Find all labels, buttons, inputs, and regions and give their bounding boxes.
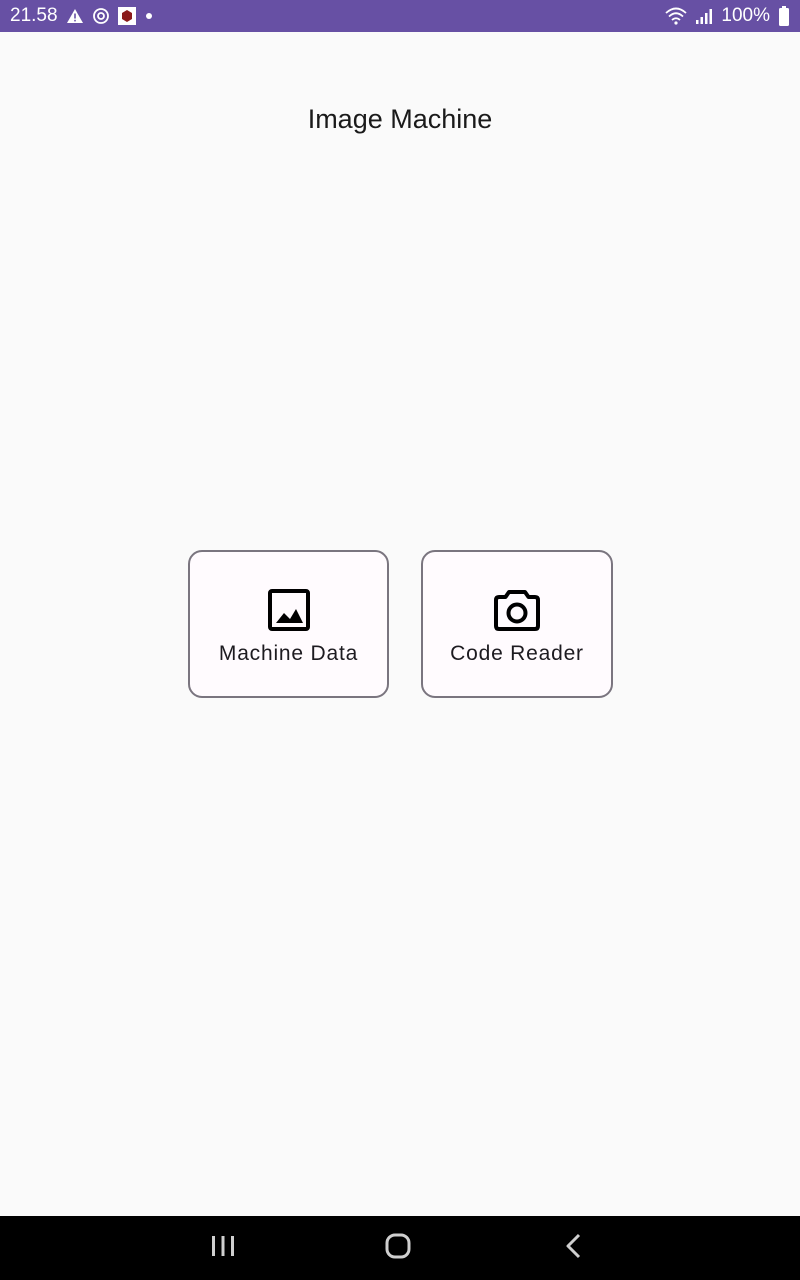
home-icon (385, 1233, 411, 1264)
machine-data-button[interactable]: Machine Data (188, 550, 389, 698)
machine-data-label: Machine Data (218, 642, 359, 665)
navigation-bar (0, 1216, 800, 1280)
code-reader-button[interactable]: Code Reader (421, 550, 613, 698)
dot-icon (144, 11, 154, 21)
status-bar: 21.58 100% (0, 0, 800, 32)
status-bar-left: 21.58 (10, 5, 154, 27)
image-icon (265, 586, 313, 634)
home-button[interactable] (358, 1216, 438, 1280)
status-bar-right: 100% (665, 5, 790, 27)
warning-icon (66, 8, 84, 24)
recents-icon (210, 1235, 236, 1262)
status-time: 21.58 (10, 5, 58, 26)
battery-percent: 100% (721, 5, 770, 26)
camera-icon (493, 586, 541, 634)
back-icon (564, 1233, 582, 1264)
battery-icon (778, 6, 790, 26)
recents-button[interactable] (183, 1216, 263, 1280)
signal-icon (695, 7, 713, 25)
page-title: Image Machine (307, 104, 493, 134)
back-button[interactable] (533, 1216, 613, 1280)
wifi-icon (665, 7, 687, 25)
app-notification-icon (117, 7, 136, 25)
sync-icon (92, 7, 110, 25)
code-reader-label: Code Reader (450, 642, 584, 665)
